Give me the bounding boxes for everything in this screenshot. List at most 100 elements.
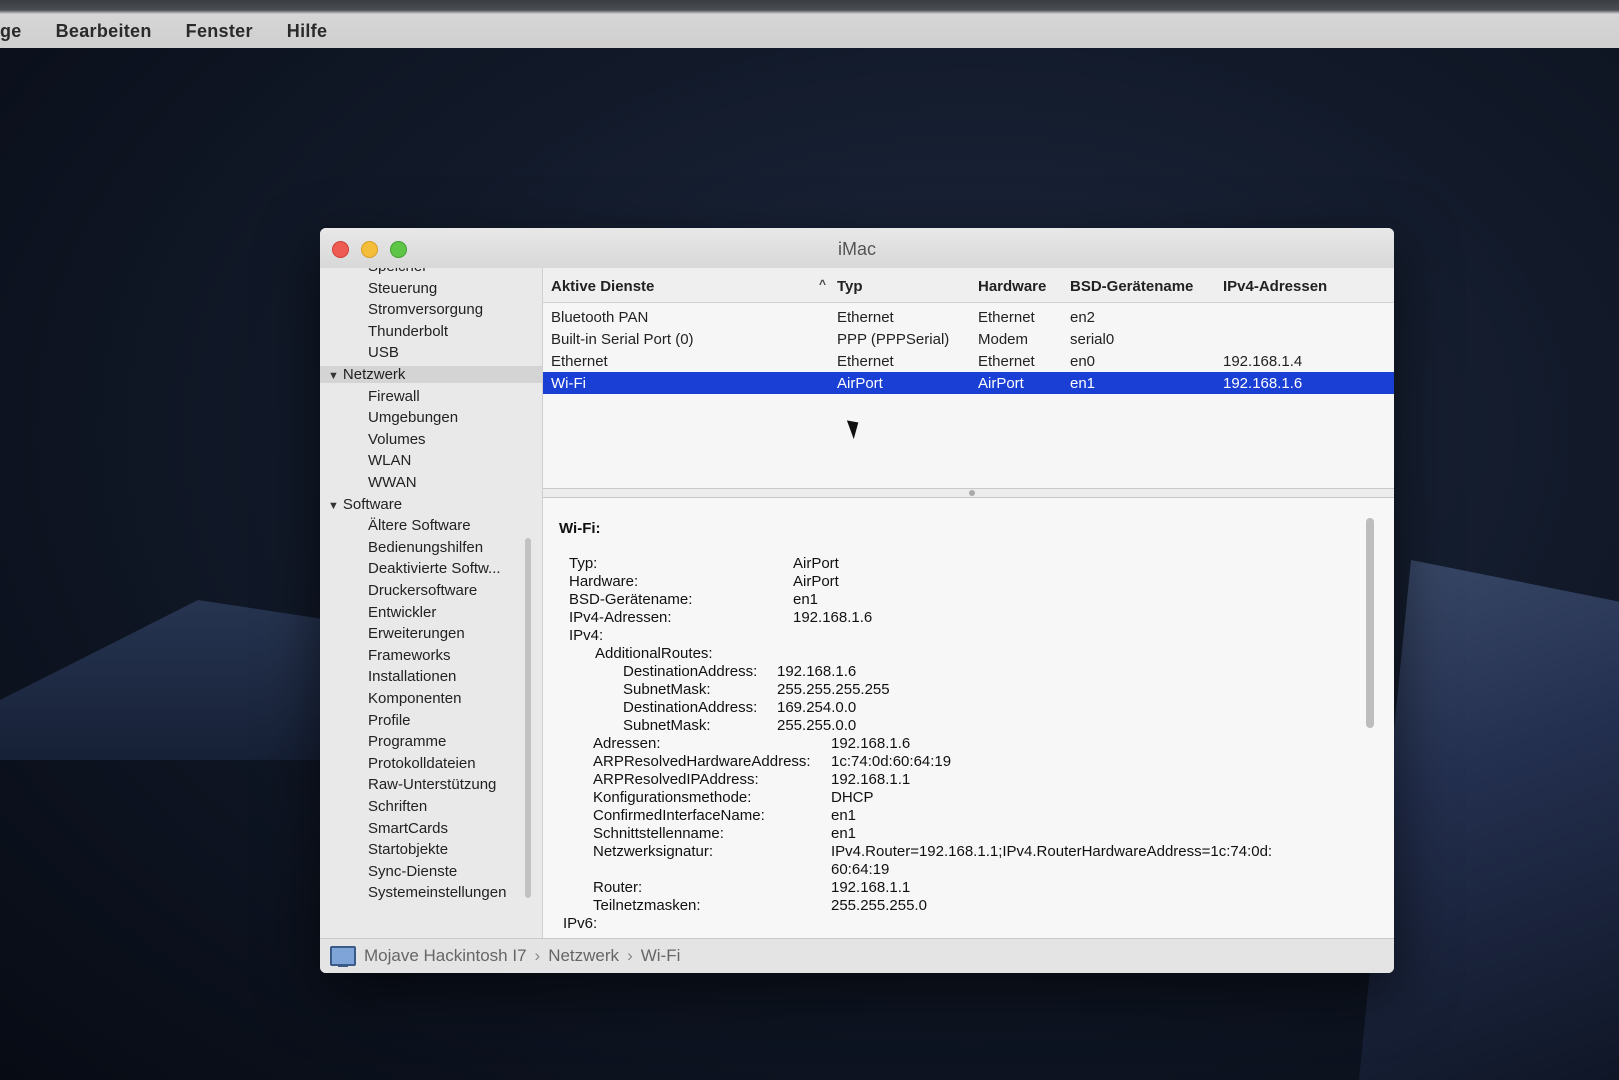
detail-key: Router: [593, 879, 643, 896]
table-cell: Modem [978, 331, 1029, 348]
sidebar-item[interactable]: Volumes [320, 431, 426, 448]
table-cell: Wi-Fi [551, 375, 586, 392]
detail-value: 60:64:19 [831, 861, 890, 878]
sidebar-item[interactable]: Bedienungshilfen [320, 539, 483, 556]
sidebar-item[interactable]: Komponenten [320, 690, 461, 707]
detail-key: DestinationAddress: [623, 663, 758, 680]
detail-value: 169.254.0.0 [777, 699, 857, 716]
table-row[interactable]: Ethernet Ethernet Ethernet en0 192.168.1.4 [543, 350, 1394, 372]
sidebar-item[interactable]: Startobjekte [320, 841, 448, 858]
table-row[interactable]: Bluetooth PAN Ethernet Ethernet en2 [543, 306, 1394, 328]
sidebar-item-label: Deaktivierte Softw... [368, 560, 501, 578]
sidebar-item-label: Firewall [368, 387, 420, 405]
desktop-wallpaper-mountain [1359, 560, 1619, 1080]
menu-item-app[interactable]: ge [0, 21, 22, 42]
divider-handle-icon[interactable] [968, 490, 975, 496]
column-bsd-geraetename[interactable]: BSD-Gerätename [1070, 278, 1193, 295]
sidebar-item[interactable]: WLAN [320, 452, 411, 469]
sidebar-item-label: Programme [368, 733, 447, 751]
disclosure-triangle-icon[interactable]: ▼ [328, 500, 339, 512]
sidebar-item[interactable]: Deaktivierte Softw... [320, 560, 501, 577]
table-cell: Ethernet [837, 309, 894, 326]
sidebar-item[interactable]: Stromversorgung [320, 301, 483, 318]
sidebar-item-label: WLAN [368, 452, 412, 470]
detail-value: en1 [831, 807, 857, 824]
detail-key: ARPResolvedHardwareAddress: [593, 753, 811, 770]
detail-scrollbar[interactable] [1366, 518, 1374, 728]
table-row[interactable]: Wi-Fi AirPort AirPort en1 192.168.1.6 [543, 372, 1394, 394]
sidebar-item[interactable]: Protokolldateien [320, 755, 476, 772]
menu-item-hilfe[interactable]: Hilfe [287, 21, 328, 42]
detail-value: 192.168.1.6 [777, 663, 857, 680]
detail-key: Adressen: [593, 735, 661, 752]
breadcrumb-computer[interactable]: Mojave Hackintosh I7 [364, 946, 527, 966]
column-aktive-dienste[interactable]: Aktive Dienste [551, 278, 654, 295]
detail-key: Hardware: [569, 573, 639, 590]
title-bar[interactable]: iMac [320, 228, 1394, 269]
sidebar-item[interactable]: Frameworks [320, 647, 451, 664]
column-typ[interactable]: Typ [837, 278, 863, 295]
table-cell: Built-in Serial Port (0) [551, 331, 694, 348]
sidebar-item[interactable]: Raw-Unterstützung [320, 776, 496, 793]
sidebar-item[interactable]: Entwickler [320, 604, 436, 621]
table-cell: Ethernet [978, 353, 1035, 370]
disclosure-triangle-icon[interactable]: ▼ [328, 370, 339, 382]
sidebar-item[interactable]: USB [320, 344, 399, 361]
detail-key: Konfigurationsmethode: [593, 789, 752, 806]
sidebar-item[interactable]: SmartCards [320, 820, 448, 837]
breadcrumb-separator: › [627, 946, 633, 965]
detail-key: IPv4: [569, 627, 604, 644]
table-cell: Ethernet [837, 353, 894, 370]
sidebar-item[interactable]: Thunderbolt [320, 323, 448, 340]
sidebar-item[interactable]: Ältere Software [320, 517, 471, 534]
sidebar-item-label: Software [342, 495, 403, 513]
sidebar-item[interactable]: Systemeinstellungen [320, 884, 506, 901]
sidebar-item[interactable]: Speicher [320, 268, 427, 275]
sidebar-item[interactable]: Profile [320, 712, 411, 729]
sidebar-item[interactable]: Programme [320, 733, 446, 750]
table-cell: Bluetooth PAN [551, 309, 649, 326]
sidebar-group[interactable]: ▼ Netzwerk [320, 366, 542, 383]
sidebar-item[interactable]: WWAN [320, 474, 417, 491]
table-cell: AirPort [837, 375, 883, 392]
sidebar-item-label: Komponenten [368, 690, 462, 707]
detail-key: Teilnetzmasken: [593, 897, 701, 914]
sidebar-item[interactable]: Firewall [320, 388, 420, 405]
sidebar: Speicher Steuerung Stromversorgung Thunderb… [320, 268, 543, 938]
detail-value: 192.168.1.6 [793, 609, 873, 626]
menu-item-bearbeiten[interactable]: Bearbeiten [56, 21, 152, 42]
sidebar-item-label: Stromversorgung [368, 301, 484, 319]
split-divider[interactable] [543, 488, 1394, 498]
column-ipv4-adressen[interactable]: IPv4-Adressen [1223, 278, 1327, 295]
sidebar-item-label: Frameworks [368, 646, 451, 664]
detail-value: en1 [831, 825, 857, 842]
sidebar-item-label: Bedienungshilfen [368, 538, 484, 556]
breadcrumb-netzwerk[interactable]: Netzwerk [548, 946, 619, 966]
menu-item-fenster[interactable]: Fenster [186, 21, 253, 42]
detail-value: AirPort [793, 573, 839, 590]
breadcrumb-wifi[interactable]: Wi-Fi [641, 946, 681, 966]
sidebar-item[interactable]: Sync-Dienste [320, 863, 457, 880]
sidebar-item[interactable]: Schriften [320, 798, 427, 815]
sidebar-item-label: Profile [368, 711, 411, 729]
sidebar-item[interactable]: Umgebungen [320, 409, 458, 426]
sidebar-item[interactable]: Installationen [320, 668, 456, 685]
column-hardware[interactable]: Hardware [978, 278, 1046, 295]
detail-key: ConfirmedInterfaceName: [593, 807, 765, 824]
sidebar-item-label: WWAN [368, 474, 417, 491]
sidebar-item-label: Systemeinstellungen [368, 884, 507, 902]
sidebar-item[interactable]: Steuerung [320, 280, 437, 297]
table-cell: en2 [1070, 309, 1096, 326]
sidebar-scrollbar[interactable] [525, 538, 531, 898]
sidebar-item[interactable]: Druckersoftware [320, 582, 477, 599]
sidebar-item-label: Protokolldateien [368, 754, 476, 772]
table-row[interactable]: Built-in Serial Port (0) PPP (PPPSerial) M… [543, 328, 1394, 350]
sidebar-item-label: Sync-Dienste [368, 862, 458, 880]
detail-key: ARPResolvedIPAddress: [593, 771, 759, 788]
sidebar-group[interactable]: ▼ Software [320, 496, 542, 513]
sidebar-item-label: Druckersoftware [368, 582, 478, 599]
detail-value: AirPort [793, 555, 839, 572]
sort-ascending-icon[interactable]: ^ [819, 277, 826, 291]
sidebar-item[interactable]: Erweiterungen [320, 625, 465, 642]
detail-value: DHCP [831, 789, 874, 806]
